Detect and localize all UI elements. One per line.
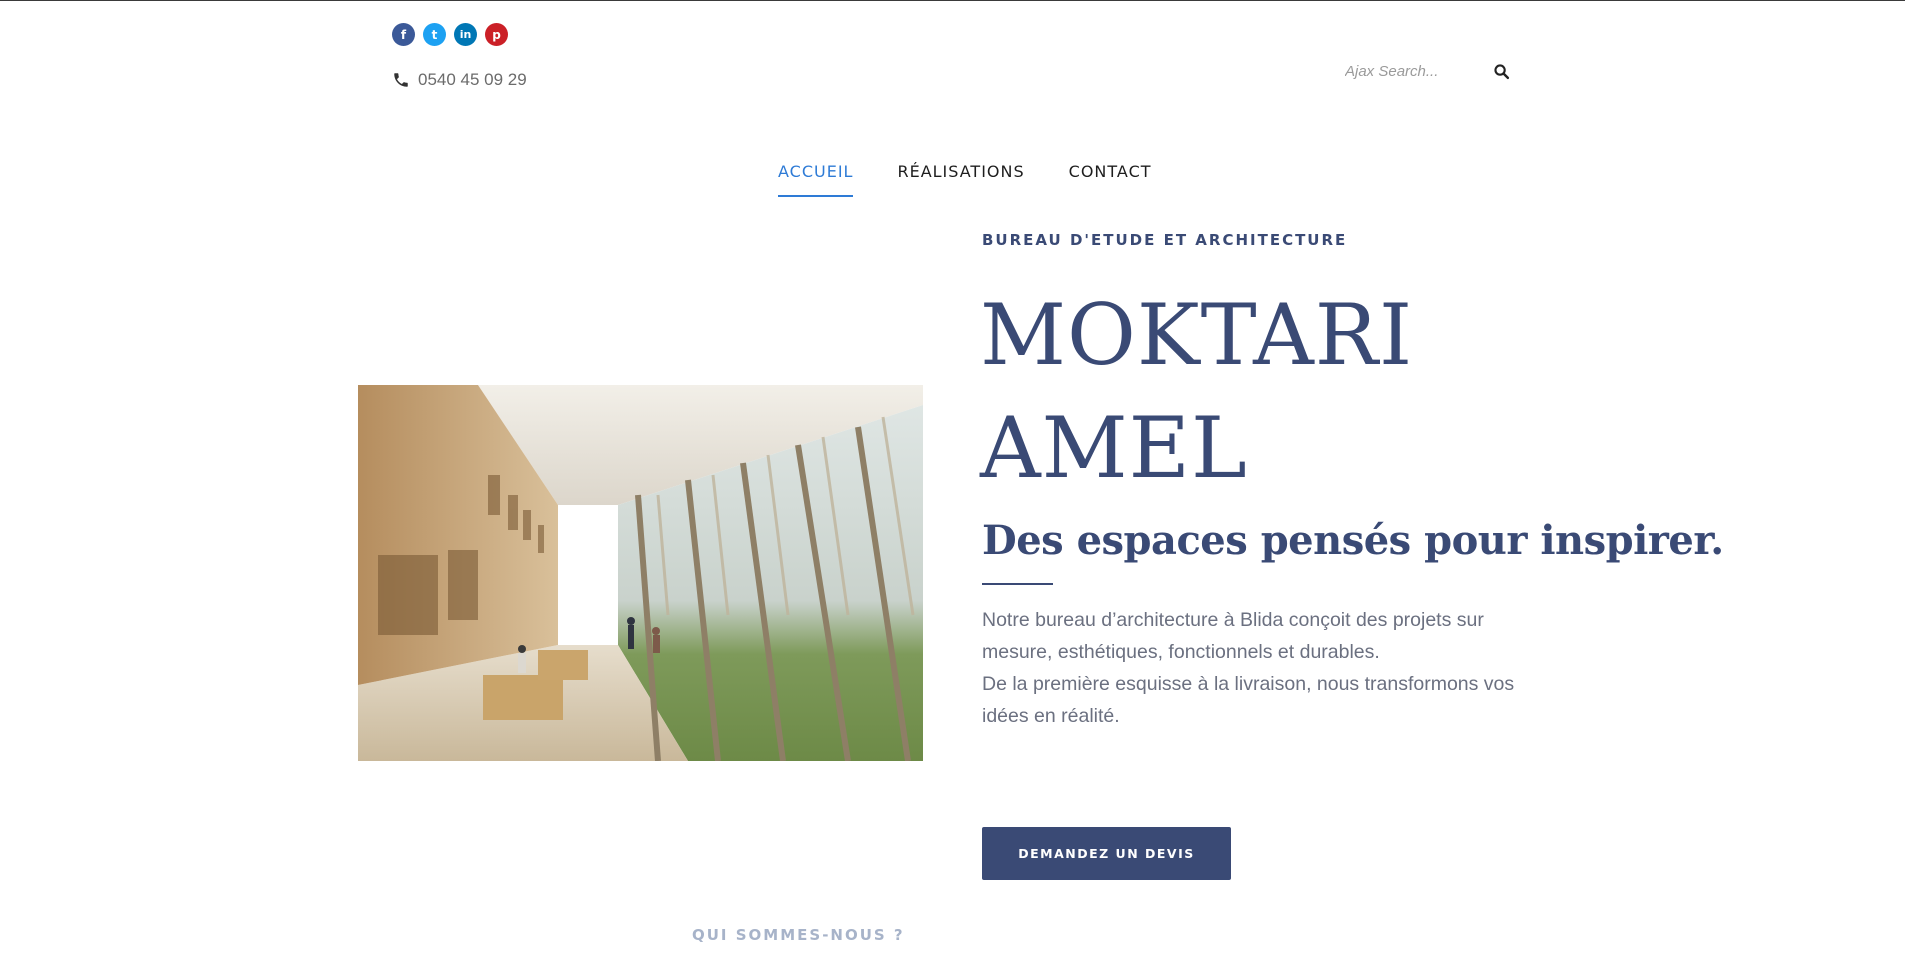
hero-title-line1: MOKTARI (980, 286, 1414, 384)
nav-item-accueil[interactable]: ACCUEIL (778, 162, 854, 197)
phone-icon (394, 73, 408, 87)
hero-title: MOKTARI AMEL (980, 279, 1480, 505)
search-icon[interactable] (1491, 61, 1511, 81)
hero-image (358, 385, 923, 761)
phone-contact: 0540 45 09 29 (392, 70, 527, 90)
main-nav: ACCUEIL RÉALISATIONS CONTACT (778, 162, 1152, 197)
twitter-icon[interactable]: t (423, 23, 446, 46)
social-links: f t in p (392, 23, 508, 46)
nav-item-contact[interactable]: CONTACT (1069, 162, 1152, 197)
hero-tagline: Des espaces pensés pour inspirer. (982, 517, 1724, 564)
pinterest-icon[interactable]: p (485, 23, 508, 46)
hero-eyebrow: BUREAU D'ETUDE ET ARCHITECTURE (982, 231, 1348, 249)
search-bar (1345, 61, 1511, 81)
hero-description-line2: De la première esquisse à la livraison, … (982, 673, 1515, 727)
linkedin-icon[interactable]: in (454, 23, 477, 46)
search-input[interactable] (1345, 62, 1465, 80)
hero-divider (982, 583, 1053, 585)
request-quote-button[interactable]: DEMANDEZ UN DEVIS (982, 827, 1231, 880)
about-section-heading: QUI SOMMES-NOUS ? (692, 926, 905, 944)
phone-number[interactable]: 0540 45 09 29 (418, 70, 527, 90)
hero-description: Notre bureau d’architecture à Blida conç… (982, 604, 1542, 732)
hero-description-line1: Notre bureau d’architecture à Blida conç… (982, 609, 1484, 663)
nav-item-realisations[interactable]: RÉALISATIONS (897, 162, 1024, 197)
facebook-icon[interactable]: f (392, 23, 415, 46)
hero-title-line2: AMEL (980, 399, 1248, 497)
